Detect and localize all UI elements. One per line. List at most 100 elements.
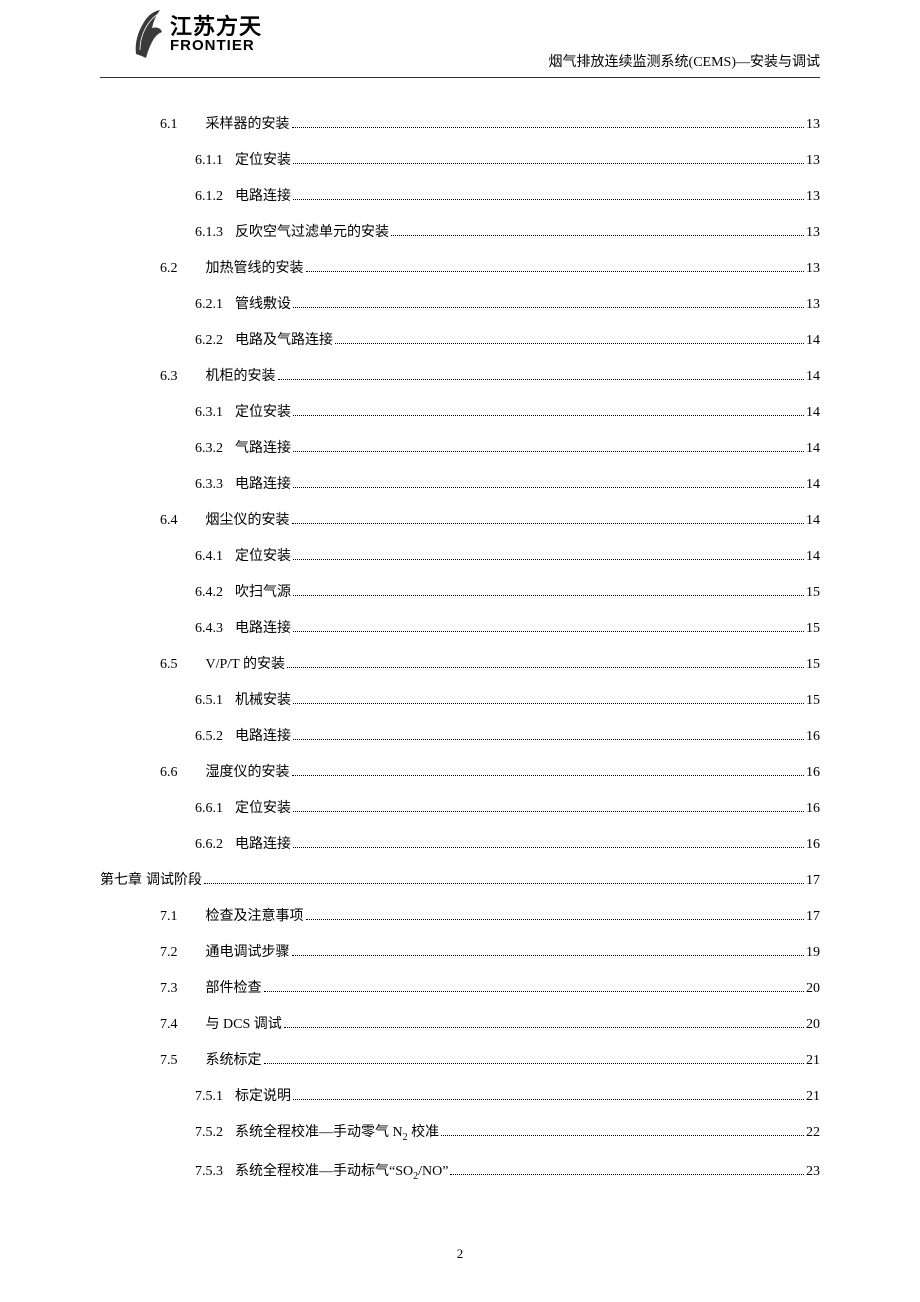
toc-page: 17: [806, 874, 820, 888]
toc-leader-dots: [293, 739, 804, 740]
toc-page: 22: [806, 1126, 820, 1140]
toc-page: 21: [806, 1090, 820, 1104]
toc-leader-dots: [264, 1063, 805, 1064]
toc-number: 6.2.1: [195, 298, 223, 312]
toc-label: 气路连接: [235, 442, 291, 456]
toc-page: 14: [806, 550, 820, 564]
toc-leader-dots: [204, 883, 804, 884]
toc-page: 13: [806, 226, 820, 240]
toc-page: 13: [806, 262, 820, 276]
toc-page: 15: [806, 622, 820, 636]
toc-entry: 6.4.2 吹扫气源 15: [100, 586, 820, 600]
toc-label: 定位安装: [235, 802, 291, 816]
toc-page: 14: [806, 478, 820, 492]
toc-number: 6.4.3: [195, 622, 223, 636]
toc-leader-dots: [293, 631, 804, 632]
toc-leader-dots: [293, 199, 804, 200]
toc-page: 13: [806, 118, 820, 132]
toc-number: 7.1: [160, 910, 178, 924]
toc-label: 电路连接: [235, 838, 291, 852]
toc-number: 6.3.1: [195, 406, 223, 420]
toc-leader-dots: [293, 811, 804, 812]
toc-entry: 7.5.1标定说明21: [100, 1090, 820, 1104]
toc-page: 15: [806, 658, 820, 672]
toc-number: 6.1.3: [195, 226, 223, 240]
toc-number: 6.4: [160, 514, 178, 528]
toc-label: 采样器的安装: [206, 118, 290, 132]
toc-number: 6.1.1: [195, 154, 223, 168]
toc-label: 部件检查: [206, 982, 262, 996]
toc-leader-dots: [450, 1174, 804, 1175]
toc-entry: 7.5.2系统全程校准—手动零气 N2 校准22: [100, 1126, 820, 1143]
toc-entry: 6.4 烟尘仪的安装 14: [100, 514, 820, 528]
toc-page: 20: [806, 982, 820, 996]
toc-page: 15: [806, 694, 820, 708]
toc-number: 6.6.1: [195, 802, 223, 816]
toc-entry: 6.5.1机械安装15: [100, 694, 820, 708]
toc-label: 管线敷设: [235, 298, 291, 312]
toc-page: 17: [806, 910, 820, 924]
toc-label: 电路及气路连接: [235, 334, 333, 348]
toc-entry: 7.5系统标定21: [100, 1054, 820, 1068]
toc-page: 16: [806, 802, 820, 816]
toc-leader-dots: [284, 1027, 804, 1028]
toc-label: 电路连接: [235, 730, 291, 744]
toc-page: 14: [806, 442, 820, 456]
toc-leader-dots: [293, 487, 804, 488]
toc-content: 6.1采样器的安装136.1.1定位安装136.1.2电路连接136.1.3反吹…: [0, 78, 920, 1182]
toc-number: 7.2: [160, 946, 178, 960]
toc-leader-dots: [293, 163, 804, 164]
toc-leader-dots: [293, 415, 804, 416]
toc-entry: 7.4与 DCS 调试20: [100, 1018, 820, 1032]
toc-label: 系统标定: [206, 1054, 262, 1068]
toc-number: 7.5.1: [195, 1090, 223, 1104]
toc-entry: 6.6.2电路连接16: [100, 838, 820, 852]
logo-mark-icon: [130, 8, 166, 60]
toc-entry: 7.3部件检查20: [100, 982, 820, 996]
toc-page: 15: [806, 586, 820, 600]
toc-entry: 6.5.2电路连接16: [100, 730, 820, 744]
toc-number: 6.5: [160, 658, 178, 672]
toc-label: 烟尘仪的安装: [206, 514, 290, 528]
toc-page: 16: [806, 766, 820, 780]
toc-entry: 7.1 检查及注意事项 17: [100, 910, 820, 924]
toc-page: 23: [806, 1165, 820, 1179]
toc-leader-dots: [293, 847, 804, 848]
toc-number: 6.4.2: [195, 586, 223, 600]
toc-label: 加热管线的安装: [206, 262, 304, 276]
toc-label: 检查及注意事项: [206, 910, 304, 924]
toc-entry: 6.1 采样器的安装 13: [100, 118, 820, 132]
toc-label: 吹扫气源: [235, 586, 291, 600]
logo-text-cn: 江苏方天: [170, 16, 262, 38]
toc-number: 第七章: [100, 874, 142, 888]
toc-leader-dots: [293, 559, 804, 560]
toc-label: 调试阶段: [146, 874, 202, 888]
toc-page: 13: [806, 154, 820, 168]
toc-number: 6.2: [160, 262, 178, 276]
toc-entry: 6.3.3电路连接14: [100, 478, 820, 492]
toc-number: 6.1.2: [195, 190, 223, 204]
toc-number: 6.1: [160, 118, 178, 132]
toc-number: 7.5: [160, 1054, 178, 1068]
toc-leader-dots: [292, 523, 805, 524]
toc-leader-dots: [292, 775, 805, 776]
toc-entry: 6.1.3反吹空气过滤单元的安装13: [100, 226, 820, 240]
toc-number: 6.5.2: [195, 730, 223, 744]
toc-leader-dots: [391, 235, 804, 236]
toc-entry: 6.6.1 定位安装 16: [100, 802, 820, 816]
toc-entry: 第七章 调试阶段 17: [100, 874, 820, 888]
toc-entry: 6.1.2电路连接13: [100, 190, 820, 204]
toc-label: 定位安装: [235, 550, 291, 564]
page-number: 2: [0, 1246, 920, 1262]
toc-number: 7.5.2: [195, 1126, 223, 1140]
toc-entry: 7.5.3系统全程校准—手动标气“SO2/NO”23: [100, 1165, 820, 1182]
toc-entry: 7.2通电调试步骤19: [100, 946, 820, 960]
toc-entry: 6.2 加热管线的安装 13: [100, 262, 820, 276]
toc-label: 与 DCS 调试: [206, 1018, 282, 1032]
toc-label: V/P/T 的安装: [206, 658, 285, 672]
toc-page: 14: [806, 514, 820, 528]
company-logo: 江苏方天 FRONTIER: [130, 8, 262, 60]
toc-label: 电路连接: [235, 622, 291, 636]
toc-leader-dots: [335, 343, 804, 344]
toc-number: 7.5.3: [195, 1165, 223, 1179]
